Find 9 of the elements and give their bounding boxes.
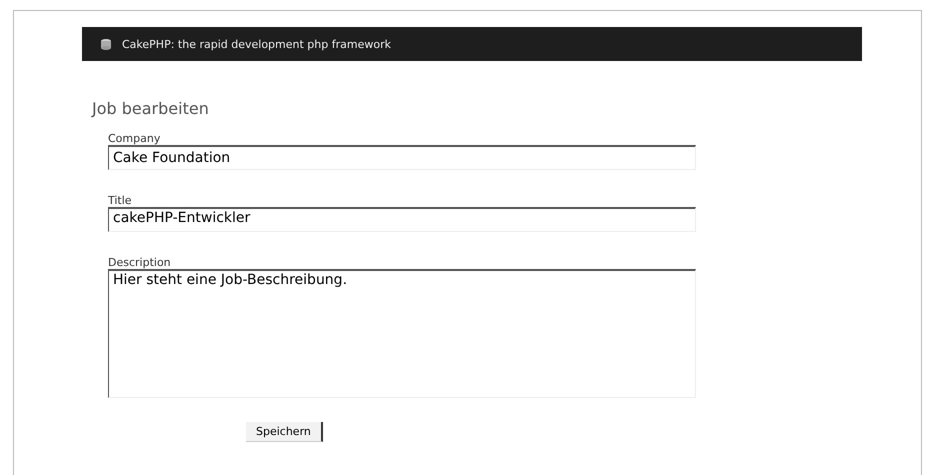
field-label: Title [108,194,133,207]
text-field[interactable]: Cake Foundation [108,145,696,170]
text-field[interactable]: cakePHP-Entwickler [108,207,696,232]
header-title: CakePHP: the rapid development php framework [122,38,391,50]
page-heading: Job bearbeiten [92,99,210,118]
field-label: Company [108,132,162,145]
text-area[interactable]: Hier steht eine Job-Beschreibung. [108,269,696,398]
save-button[interactable]: Speichern [246,422,323,442]
field-label: Description [108,256,172,269]
